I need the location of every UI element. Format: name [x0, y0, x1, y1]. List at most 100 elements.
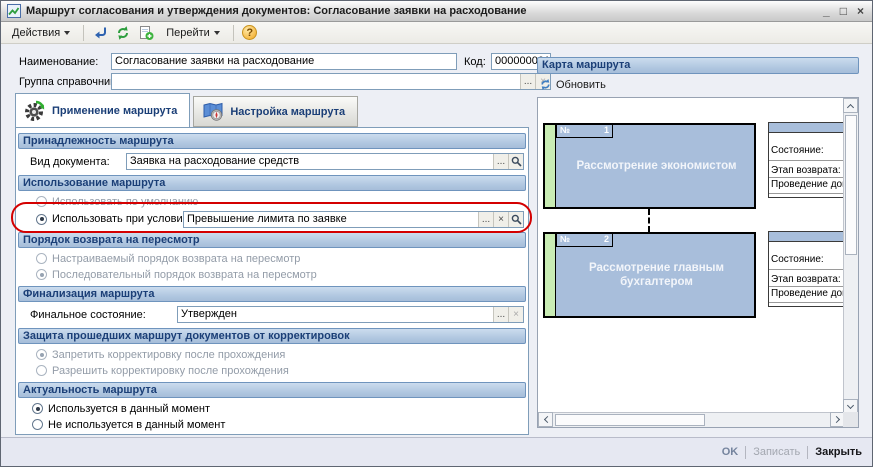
route-map-canvas[interactable]: № 1 Рассмотрение экономистом Состояние: …: [537, 97, 859, 428]
group-label: Группа справочника:: [19, 76, 124, 88]
magnifier-button[interactable]: [508, 154, 523, 169]
minimize-button[interactable]: _: [823, 4, 830, 18]
ok-button[interactable]: OK: [722, 446, 739, 458]
maximize-button[interactable]: □: [840, 4, 847, 18]
refresh-button[interactable]: [113, 24, 133, 42]
radio-row-forbid: Запретить корректировку после прохождени…: [16, 348, 528, 361]
form-area: Наименование: Согласование заявки на рас…: [1, 45, 872, 437]
clear-button[interactable]: ×: [508, 307, 523, 322]
block-info-table: Состояние: Этап возврата: Проведение док: [768, 122, 852, 198]
radio-row-custom-return: Настраиваемый порядок возврата на пересм…: [16, 252, 528, 265]
section-finalization: Финализация маршрута: [18, 286, 526, 302]
app-window: Маршрут согласования и утверждения докум…: [0, 0, 873, 467]
condition-field[interactable]: Превышение лимита по заявке ... ×: [183, 211, 524, 228]
clear-button[interactable]: ×: [493, 212, 508, 227]
final-state-field[interactable]: Утвержден ... ×: [177, 306, 524, 323]
radio-row-default: Использовать по умолчанию: [16, 195, 528, 208]
radio-forbid-edit[interactable]: [36, 349, 47, 360]
info-posting-label: Проведение док: [771, 179, 851, 190]
section-route-ownership: Принадлежность маршрута: [18, 133, 526, 149]
save-button[interactable]: Записать: [753, 446, 800, 458]
reread-button[interactable]: [90, 24, 110, 42]
vertical-scroll-thumb[interactable]: [845, 115, 857, 255]
help-icon: ?: [242, 25, 257, 40]
section-protection: Защита прошедших маршрут документов от к…: [18, 328, 526, 344]
doc-type-row: Вид документа: Заявка на расходование ср…: [16, 153, 528, 170]
map-block-chief-accountant[interactable]: № 2 Рассмотрение главным бухгалтером: [543, 232, 756, 318]
dropdown-caret-icon: [214, 31, 220, 35]
map-panel-header: Карта маршрута: [537, 57, 859, 74]
copy-new-button[interactable]: [136, 24, 156, 42]
ellipsis-button[interactable]: ...: [478, 212, 493, 227]
map-block-economist[interactable]: № 1 Рассмотрение экономистом: [543, 123, 756, 209]
radio-use-default[interactable]: [36, 196, 47, 207]
ellipsis-button[interactable]: ...: [520, 74, 535, 89]
radio-use-condition[interactable]: [36, 214, 47, 225]
radio-seq-return[interactable]: [36, 269, 47, 280]
magnifier-button[interactable]: [508, 212, 523, 227]
reread-icon: [92, 25, 108, 41]
ellipsis-button[interactable]: ...: [493, 154, 508, 169]
actions-menu-button[interactable]: Действия: [5, 24, 77, 42]
horizontal-scroll-thumb[interactable]: [555, 414, 705, 426]
close-window-button[interactable]: Закрыть: [815, 446, 862, 458]
route-application-panel: Принадлежность маршрута Вид документа: З…: [15, 127, 529, 435]
final-state-row: Финальное состояние: Утвержден ... ×: [16, 306, 528, 323]
help-button[interactable]: ?: [240, 24, 260, 42]
scroll-left-button[interactable]: [538, 412, 553, 427]
radio-allow-edit[interactable]: [36, 365, 47, 376]
map-horizontal-scrollbar[interactable]: [538, 412, 845, 427]
map-vertical-scrollbar[interactable]: [843, 98, 858, 414]
code-label: Код:: [464, 56, 486, 68]
refresh-icon: [539, 78, 552, 91]
info-table-header: [769, 232, 851, 242]
doc-type-field[interactable]: Заявка на расходование средств ...: [126, 153, 524, 170]
radio-row-not-in-use: Не используется в данный момент: [16, 418, 528, 431]
magnifier-icon: [511, 156, 522, 167]
scrollbar-corner: [843, 412, 858, 427]
doc-type-label: Вид документа:: [30, 156, 126, 168]
block-status-strip: [545, 125, 556, 207]
tab-label: Настройка маршрута: [230, 106, 345, 118]
block-title: Рассмотрение главным бухгалтером: [563, 234, 750, 316]
close-button[interactable]: ×: [857, 4, 864, 18]
radio-row-seq-return: Последовательный порядок возврата на пер…: [16, 268, 528, 281]
radio-not-in-use[interactable]: [32, 419, 43, 430]
ellipsis-button[interactable]: ...: [493, 307, 508, 322]
title-bar: Маршрут согласования и утверждения докум…: [1, 1, 872, 22]
group-field[interactable]: ... ×: [111, 73, 551, 90]
section-route-usage: Использование маршрута: [18, 175, 526, 191]
info-return-label: Этап возврата:: [771, 165, 851, 176]
route-connector-line: [648, 209, 650, 232]
name-label: Наименование:: [19, 56, 98, 68]
toolbar: Действия: [1, 22, 872, 44]
block-status-strip: [545, 234, 556, 316]
goto-menu-button[interactable]: Перейти: [159, 24, 227, 42]
info-posting-label: Проведение док: [771, 288, 851, 299]
dropdown-caret-icon: [64, 31, 70, 35]
radio-row-allow: Разрешить корректировку после прохождени…: [16, 364, 528, 377]
name-field[interactable]: Согласование заявки на расходование: [111, 53, 457, 70]
info-state-label: Состояние:: [771, 254, 851, 265]
radio-in-use[interactable]: [32, 403, 43, 414]
tab-strip: Применение маршрута Настройка маршрута: [15, 93, 358, 127]
tab-route-setup[interactable]: Настройка маршрута: [193, 96, 358, 127]
new-document-icon: [138, 25, 154, 41]
info-state-label: Состояние:: [771, 145, 851, 156]
info-table-header: [769, 123, 851, 133]
magnifier-icon: [511, 214, 522, 225]
window-icon: [7, 4, 21, 18]
scroll-up-button[interactable]: [843, 98, 858, 113]
radio-row-condition: Использовать при условии Превышение лими…: [16, 210, 528, 228]
radio-custom-return[interactable]: [36, 253, 47, 264]
map-compass-icon: [202, 102, 224, 122]
toolbar-separator: [233, 25, 234, 41]
gear-icon: [24, 100, 46, 122]
tab-label: Применение маршрута: [52, 105, 177, 117]
section-return-order: Порядок возврата на пересмотр: [18, 232, 526, 248]
window-title: Маршрут согласования и утверждения докум…: [26, 5, 823, 17]
tab-route-application[interactable]: Применение маршрута: [15, 93, 190, 127]
map-refresh-button[interactable]: Обновить: [539, 78, 606, 91]
block-info-table: Состояние: Этап возврата: Проведение док: [768, 231, 852, 307]
block-title: Рассмотрение экономистом: [563, 125, 750, 207]
